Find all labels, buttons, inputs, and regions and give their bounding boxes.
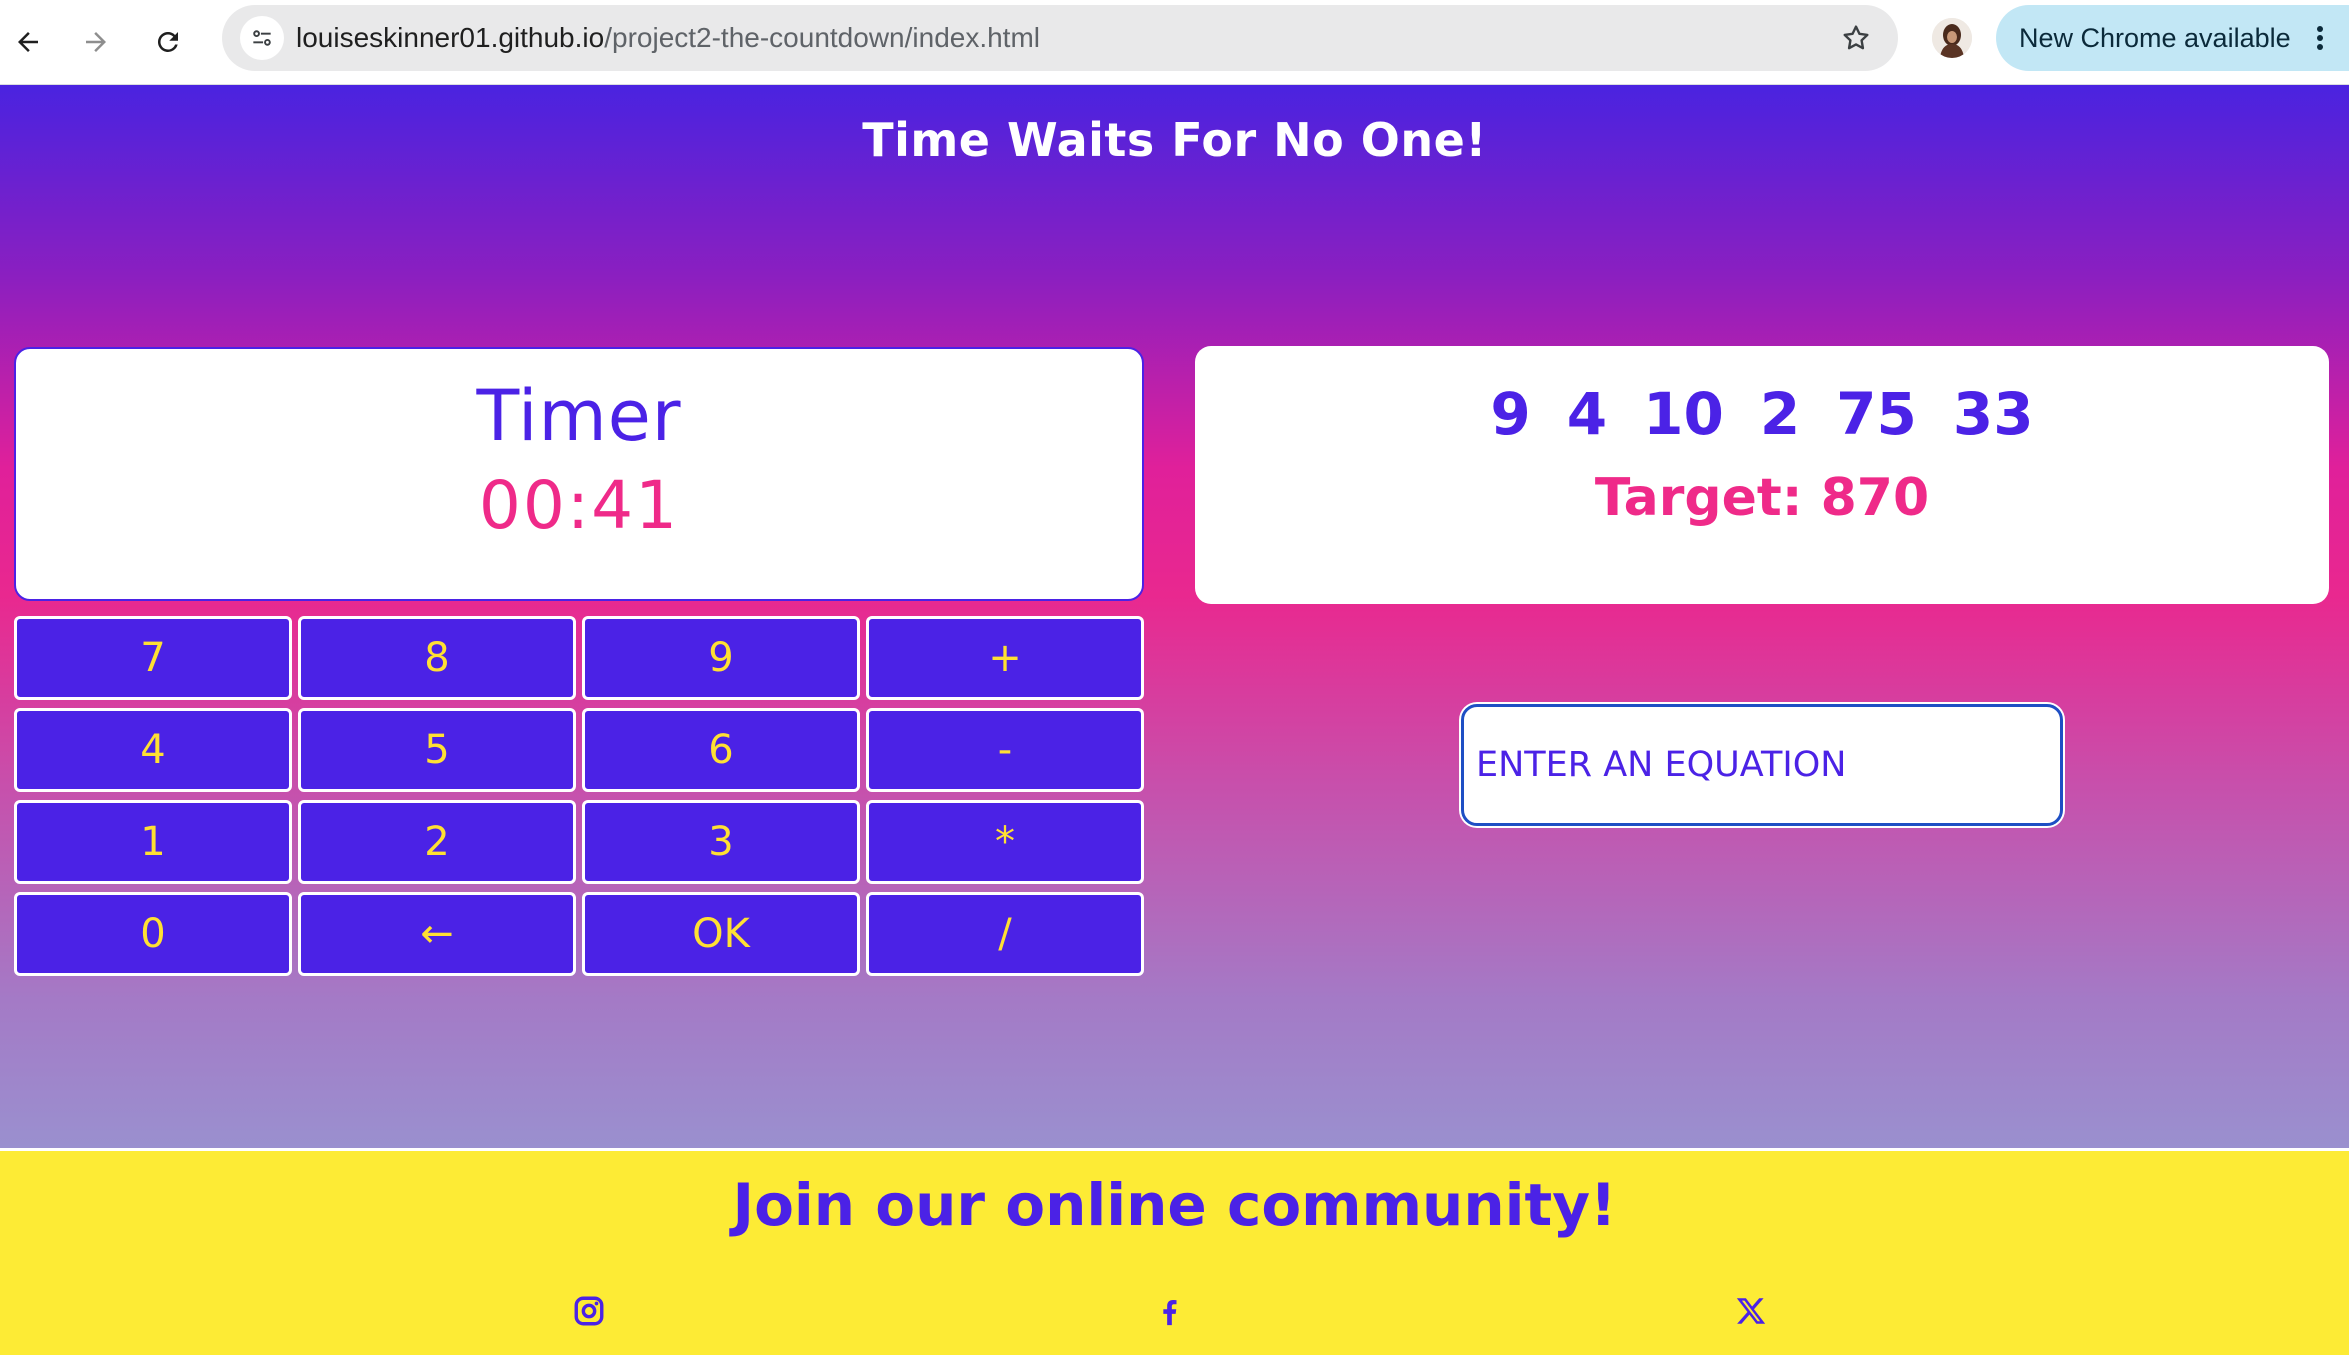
instagram-icon[interactable]: [569, 1291, 609, 1331]
number-tile: 4: [1566, 380, 1608, 448]
page-headline: Time Waits For No One!: [862, 113, 1487, 167]
number-tile: 75: [1836, 380, 1917, 448]
keypad: 7 8 9 + 4 5 6 - 1 2 3 * 0 ← OK /: [14, 616, 1147, 976]
key-9[interactable]: 9: [582, 616, 860, 700]
key-minus[interactable]: -: [866, 708, 1144, 792]
number-tile: 9: [1490, 380, 1531, 448]
url-path: /project2-the-countdown/index.html: [604, 22, 1041, 53]
key-plus[interactable]: +: [866, 616, 1144, 700]
site-settings-icon[interactable]: [240, 16, 284, 60]
url-host: louiseskinner01.github.io: [296, 22, 605, 53]
key-divide[interactable]: /: [866, 892, 1144, 976]
profile-avatar[interactable]: [1932, 18, 1972, 58]
number-tile: 2: [1759, 380, 1801, 448]
key-3[interactable]: 3: [582, 800, 860, 884]
timer-card: Timer 00:41: [14, 347, 1144, 601]
key-1[interactable]: 1: [14, 800, 292, 884]
reload-icon[interactable]: [144, 18, 192, 66]
x-icon[interactable]: [1731, 1291, 1771, 1331]
update-label: New Chrome available: [2019, 23, 2291, 53]
bookmark-star-icon[interactable]: [1836, 18, 1876, 58]
footer-title: Join our online community!: [732, 1171, 1617, 1239]
more-menu-icon[interactable]: [2317, 26, 2323, 50]
key-ok[interactable]: OK: [582, 892, 860, 976]
key-8[interactable]: 8: [298, 616, 576, 700]
footer: Join our online community!: [0, 1148, 2349, 1355]
forward-arrow-icon[interactable]: [72, 18, 120, 66]
number-tile: 33: [1952, 380, 2034, 448]
numbers-card: 9 4 10 2 75 33 Target: 870: [1195, 346, 2329, 604]
key-5[interactable]: 5: [298, 708, 576, 792]
equation-input[interactable]: [1461, 704, 2063, 826]
url-text[interactable]: louiseskinner01.github.io/project2-the-c…: [296, 5, 1040, 71]
key-7[interactable]: 7: [14, 616, 292, 700]
browser-toolbar: louiseskinner01.github.io/project2-the-c…: [0, 0, 2349, 85]
facebook-icon[interactable]: [1149, 1291, 1189, 1331]
number-tile: 10: [1643, 380, 1724, 448]
address-bar[interactable]: louiseskinner01.github.io/project2-the-c…: [222, 5, 1898, 71]
key-2[interactable]: 2: [298, 800, 576, 884]
numbers-row: 9 4 10 2 75 33: [1195, 380, 2329, 448]
back-arrow-icon[interactable]: [4, 18, 52, 66]
key-4[interactable]: 4: [14, 708, 292, 792]
game-page: Time Waits For No One! Timer 00:41 9 4 1…: [0, 85, 2349, 1149]
key-0[interactable]: 0: [14, 892, 292, 976]
timer-value: 00:41: [478, 467, 680, 544]
key-backspace[interactable]: ←: [298, 892, 576, 976]
timer-label: Timer: [476, 375, 682, 457]
chrome-update-button[interactable]: New Chrome available: [1996, 5, 2349, 71]
key-multiply[interactable]: *: [866, 800, 1144, 884]
key-6[interactable]: 6: [582, 708, 860, 792]
target-value: Target: 870: [1594, 468, 1930, 528]
